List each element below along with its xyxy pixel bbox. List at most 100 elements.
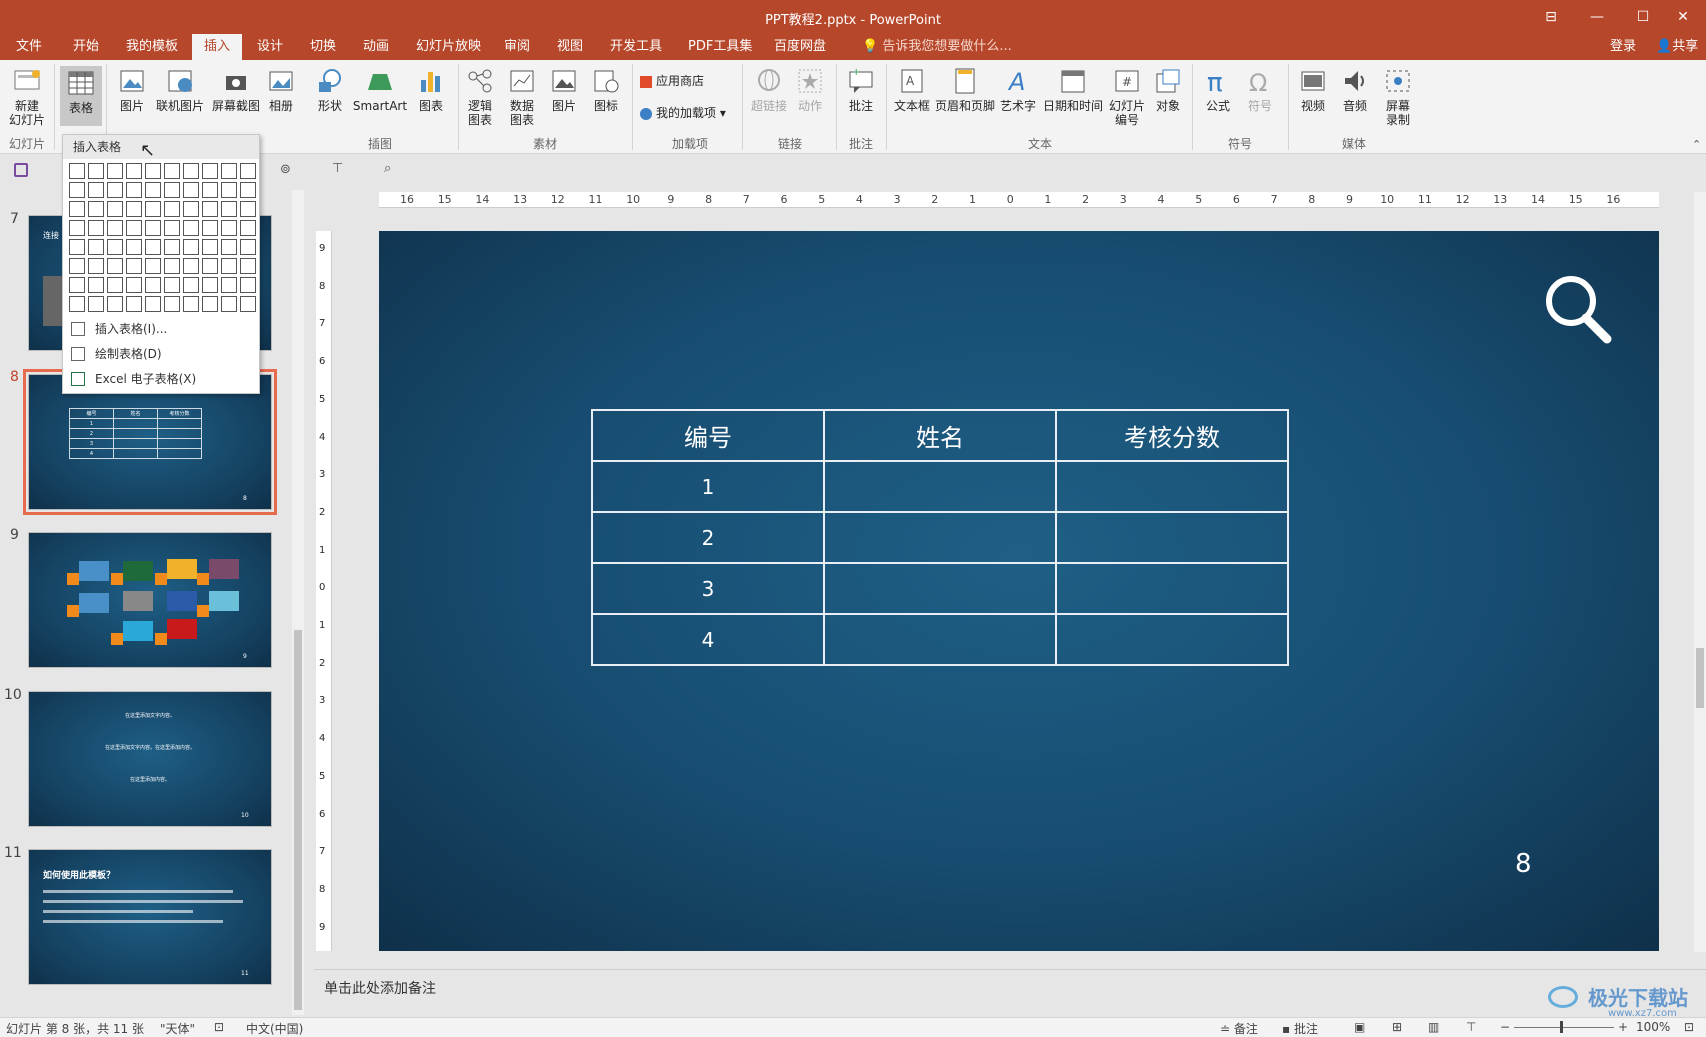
spellcheck-icon[interactable]: ⊡ bbox=[214, 1020, 224, 1034]
grid-cell[interactable] bbox=[126, 239, 142, 255]
sign-in-link[interactable]: 登录 bbox=[1598, 34, 1648, 60]
tab-view[interactable]: 视图 bbox=[545, 34, 595, 60]
action-button[interactable]: 动作 bbox=[792, 66, 828, 113]
grid-cell[interactable] bbox=[145, 239, 161, 255]
grid-cell[interactable] bbox=[126, 201, 142, 217]
grid-cell[interactable] bbox=[183, 182, 199, 198]
grid-cell[interactable] bbox=[107, 163, 123, 179]
slide-scrollbar[interactable] bbox=[1694, 192, 1706, 952]
grid-cell[interactable] bbox=[183, 258, 199, 274]
ribbon-display-options-button[interactable]: ⊟ bbox=[1528, 0, 1574, 34]
table-cell[interactable] bbox=[823, 460, 1057, 513]
grid-cell[interactable] bbox=[164, 277, 180, 293]
excel-table-menu-item[interactable]: Excel 电子表格(X) bbox=[63, 367, 259, 391]
grid-cell[interactable] bbox=[69, 258, 85, 274]
new-slide-button[interactable]: 新建 幻灯片 bbox=[4, 66, 50, 127]
header-cell-number[interactable]: 编号 bbox=[591, 409, 825, 462]
table-cell[interactable] bbox=[823, 511, 1057, 564]
grid-cell[interactable] bbox=[221, 296, 237, 312]
grid-cell[interactable] bbox=[88, 163, 104, 179]
grid-cell[interactable] bbox=[69, 239, 85, 255]
grid-cell[interactable] bbox=[88, 258, 104, 274]
table-cell[interactable] bbox=[823, 562, 1057, 615]
picture-button[interactable]: 图片 bbox=[112, 66, 152, 113]
grid-cell[interactable] bbox=[240, 296, 256, 312]
grid-cell[interactable] bbox=[88, 182, 104, 198]
zoom-level[interactable]: 100% bbox=[1636, 1020, 1670, 1034]
draw-table-menu-item[interactable]: 绘制表格(D) bbox=[63, 342, 259, 366]
screen-record-button[interactable]: 屏幕 录制 bbox=[1378, 66, 1418, 127]
grid-cell[interactable] bbox=[202, 239, 218, 255]
grid-cell[interactable] bbox=[69, 277, 85, 293]
slide-number-button[interactable]: # 幻灯片 编号 bbox=[1106, 66, 1148, 127]
grid-cell[interactable] bbox=[240, 163, 256, 179]
table-cell[interactable] bbox=[823, 613, 1057, 666]
grid-cell[interactable] bbox=[107, 182, 123, 198]
grid-cell[interactable] bbox=[221, 182, 237, 198]
app-store-button[interactable]: 应用商店 bbox=[640, 72, 704, 89]
my-addins-button[interactable]: 我的加载项 ▾ bbox=[640, 104, 726, 121]
tab-file[interactable]: 文件 bbox=[4, 34, 54, 60]
material-picture-button[interactable]: 图片 bbox=[546, 66, 582, 113]
grid-cell[interactable] bbox=[69, 220, 85, 236]
grid-cell[interactable] bbox=[107, 296, 123, 312]
smartart-button[interactable]: SmartArt bbox=[352, 66, 408, 113]
language-indicator[interactable]: 中文(中国) bbox=[246, 1020, 303, 1037]
notes-placeholder[interactable]: 单击此处添加备注 bbox=[324, 978, 436, 998]
grid-cell[interactable] bbox=[164, 163, 180, 179]
icons-button[interactable]: 图标 bbox=[588, 66, 624, 113]
tell-me-search[interactable]: 💡 告诉我您想要做什么... bbox=[850, 34, 1024, 60]
tab-slideshow[interactable]: 幻灯片放映 bbox=[404, 34, 493, 60]
thumbnail-scrollbar[interactable] bbox=[292, 190, 304, 1015]
equation-button[interactable]: π 公式 bbox=[1198, 66, 1238, 113]
grid-cell[interactable] bbox=[164, 220, 180, 236]
save-icon[interactable] bbox=[14, 163, 28, 177]
grid-cell[interactable] bbox=[221, 277, 237, 293]
grid-cell[interactable] bbox=[202, 201, 218, 217]
slide-thumbnail-8[interactable]: 编号 姓名 考核分数 1 2 3 4 8 bbox=[23, 369, 277, 515]
share-button[interactable]: 👤共享 bbox=[1644, 34, 1706, 60]
comment-button[interactable]: + 批注 bbox=[842, 66, 880, 113]
reading-view-icon[interactable]: ▥ bbox=[1428, 1020, 1439, 1034]
grid-cell[interactable] bbox=[69, 182, 85, 198]
tab-baidu-netdisk[interactable]: 百度网盘 bbox=[762, 34, 838, 60]
slide-thumbnail-10[interactable]: 在这里添加文字内容。 在这里添加文字内容。在这里添加内容。 在这里添加内容。 1… bbox=[28, 691, 272, 827]
tab-my-templates[interactable]: 我的模板 bbox=[114, 34, 190, 60]
tab-design[interactable]: 设计 bbox=[245, 34, 295, 60]
grid-cell[interactable] bbox=[126, 182, 142, 198]
zoom-in-button[interactable]: + bbox=[1618, 1020, 1628, 1034]
grid-cell[interactable] bbox=[240, 277, 256, 293]
grid-cell[interactable] bbox=[69, 163, 85, 179]
grid-cell[interactable] bbox=[107, 201, 123, 217]
grid-cell[interactable] bbox=[88, 239, 104, 255]
zoom-slider-thumb[interactable] bbox=[1560, 1021, 1563, 1033]
grid-cell[interactable] bbox=[126, 220, 142, 236]
grid-cell[interactable] bbox=[183, 201, 199, 217]
tab-developer[interactable]: 开发工具 bbox=[598, 34, 674, 60]
notes-pane[interactable]: 单击此处添加备注 bbox=[314, 969, 1706, 1019]
grid-cell[interactable] bbox=[126, 296, 142, 312]
grid-cell[interactable] bbox=[202, 296, 218, 312]
grid-cell[interactable] bbox=[240, 239, 256, 255]
grid-cell[interactable] bbox=[145, 201, 161, 217]
logic-chart-button[interactable]: 逻辑 图表 bbox=[462, 66, 498, 127]
slide-table[interactable]: 编号 姓名 考核分数 1 2 3 4 bbox=[591, 409, 1289, 666]
grid-cell[interactable] bbox=[126, 258, 142, 274]
tab-animations[interactable]: 动画 bbox=[351, 34, 401, 60]
online-picture-button[interactable]: 联机图片 bbox=[152, 66, 208, 113]
table-cell[interactable]: 1 bbox=[591, 460, 825, 513]
grid-cell[interactable] bbox=[202, 163, 218, 179]
grid-cell[interactable] bbox=[107, 277, 123, 293]
grid-cell[interactable] bbox=[69, 201, 85, 217]
table-cell[interactable]: 4 bbox=[591, 613, 825, 666]
grid-cell[interactable] bbox=[145, 182, 161, 198]
present-icon[interactable]: ⊤ bbox=[332, 161, 343, 176]
present-from-start-icon[interactable]: ⊚ bbox=[280, 162, 291, 177]
grid-cell[interactable] bbox=[240, 182, 256, 198]
grid-cell[interactable] bbox=[126, 277, 142, 293]
fit-slide-icon[interactable]: ⊡ bbox=[1684, 1020, 1694, 1034]
grid-cell[interactable] bbox=[240, 201, 256, 217]
shapes-button[interactable]: 形状 bbox=[310, 66, 350, 113]
slide-canvas[interactable]: 编号 姓名 考核分数 1 2 3 4 8 bbox=[379, 231, 1659, 951]
grid-cell[interactable] bbox=[183, 239, 199, 255]
